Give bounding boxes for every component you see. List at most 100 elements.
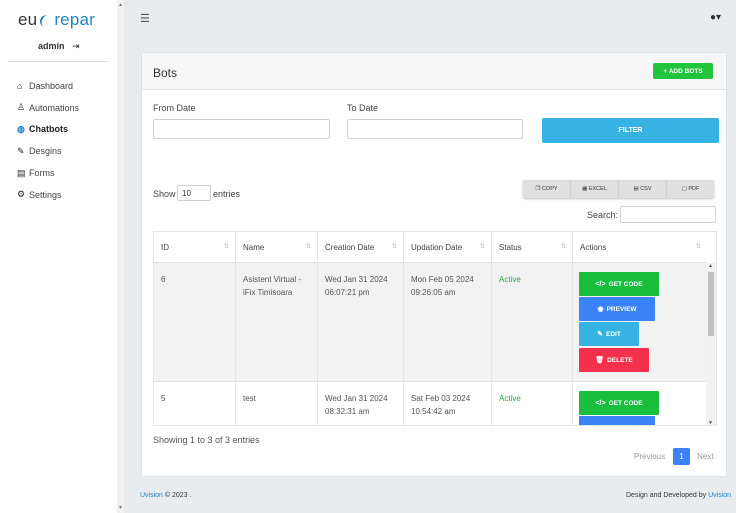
footer-credit-link[interactable]: Uvision bbox=[708, 492, 731, 499]
column-header-label: Creation Date bbox=[325, 243, 375, 252]
get-code-button[interactable]: </> GET CODE bbox=[579, 391, 659, 415]
trash-icon: 🗑 bbox=[595, 356, 605, 364]
cell-creation-date: Wed Jan 31 2024 08:32:31 am bbox=[318, 382, 404, 425]
footer-credit: Design and Developed by Uvision bbox=[626, 492, 731, 499]
scroll-up-arrow-icon[interactable]: ▲ bbox=[708, 263, 713, 269]
preview-button[interactable] bbox=[579, 416, 655, 425]
get-code-label: GET CODE bbox=[608, 280, 643, 288]
home-icon: ⌂ bbox=[17, 80, 23, 91]
table-row: 6 Asistent Virtual - iFix Timisoara Wed J… bbox=[154, 263, 707, 382]
copy-label: COPY bbox=[541, 186, 558, 192]
paint-brush-icon: ✎ bbox=[17, 145, 25, 156]
column-header-name[interactable]: Name ⇅ bbox=[236, 232, 318, 263]
cell-time-line: 10:54:42 am bbox=[411, 407, 456, 416]
to-date-label: To Date bbox=[347, 103, 379, 113]
sort-icon: ⇅ bbox=[560, 244, 566, 250]
pdf-label: PDF bbox=[688, 186, 700, 192]
sidebar-nav: ⌂ Dashboard ♙ Automations ◍ Chatbots ✎ D… bbox=[17, 75, 79, 206]
edit-icon: ✎ bbox=[597, 330, 604, 338]
scroll-down-arrow-icon[interactable]: ▼ bbox=[708, 420, 713, 425]
delete-button[interactable]: 🗑 DELETE bbox=[579, 348, 649, 372]
column-header-updation-date[interactable]: Updation Date ⇅ bbox=[404, 232, 492, 263]
sidebar-item-label: Settings bbox=[29, 189, 62, 200]
eye-icon: ◉ bbox=[597, 305, 604, 313]
next-page-link[interactable]: Next bbox=[697, 452, 713, 461]
cell-updation-date: Sat Feb 03 2024 10:54:42 am bbox=[404, 382, 492, 425]
hamburger-icon[interactable]: ☰ bbox=[140, 12, 150, 25]
cell-name: test bbox=[236, 382, 318, 425]
logo-eu: eu bbox=[18, 10, 38, 29]
sidebar-scrollbar[interactable]: ▲ ▼ bbox=[117, 0, 124, 513]
pdf-button[interactable]: ▢ PDF bbox=[667, 180, 714, 198]
file-icon: ▤ bbox=[17, 167, 26, 178]
entries-length-select[interactable]: 10 bbox=[177, 185, 211, 201]
cell-name: Asistent Virtual - iFix Timisoara bbox=[236, 263, 318, 381]
excel-icon: ▦ bbox=[582, 186, 588, 192]
users-cog-icon: ♙ bbox=[17, 102, 26, 113]
user-menu-icon[interactable]: ●▾ bbox=[710, 12, 721, 23]
csv-button[interactable]: ▤ CSV bbox=[619, 180, 667, 198]
scroll-down-arrow-icon[interactable]: ▼ bbox=[118, 505, 123, 511]
sidebar-item-automations[interactable]: ♙ Automations bbox=[17, 97, 79, 119]
table-header: ID ⇅ Name ⇅ Creation Date ⇅ Updation Date ⇅ … bbox=[154, 232, 707, 263]
sidebar-item-forms[interactable]: ▤ Forms bbox=[17, 162, 79, 184]
column-header-actions[interactable]: Actions ⇅ bbox=[573, 232, 707, 263]
page-number-button[interactable]: 1 bbox=[673, 448, 691, 465]
logo[interactable]: eu repar bbox=[18, 10, 95, 30]
sidebar-item-desgins[interactable]: ✎ Desgins bbox=[17, 140, 79, 162]
sidebar-item-label: Chatbots bbox=[29, 124, 68, 135]
scrollbar-thumb[interactable] bbox=[708, 272, 714, 336]
code-icon: </> bbox=[595, 399, 606, 407]
cell-time-line: 09:26:05 am bbox=[411, 288, 456, 297]
column-header-creation-date[interactable]: Creation Date ⇅ bbox=[318, 232, 404, 263]
sidebar-item-label: Desgins bbox=[29, 146, 62, 157]
sidebar-item-label: Forms bbox=[29, 168, 55, 179]
sort-icon: ⇅ bbox=[305, 244, 311, 250]
sidebar-item-label: Automations bbox=[29, 102, 80, 113]
column-header-status[interactable]: Status ⇅ bbox=[492, 232, 573, 263]
sort-icon: ⇅ bbox=[391, 244, 397, 250]
excel-button[interactable]: ▦ EXCEL bbox=[571, 180, 619, 198]
get-code-label: GET CODE bbox=[608, 399, 643, 407]
filter-button[interactable]: FILTER bbox=[542, 118, 719, 143]
cogs-icon: ⚙ bbox=[17, 189, 26, 200]
pagination: Previous 1 Next bbox=[634, 448, 714, 465]
edit-button[interactable]: ✎ EDIT bbox=[579, 322, 639, 346]
previous-page-link[interactable]: Previous bbox=[634, 452, 665, 461]
cell-date-line: Wed Jan 31 2024 bbox=[325, 275, 388, 284]
sidebar-item-chatbots[interactable]: ◍ Chatbots bbox=[17, 119, 79, 141]
cell-actions: </> GET CODE ◉ PREVIEW ✎ EDIT 🗑 DELETE bbox=[573, 263, 707, 381]
column-header-id[interactable]: ID ⇅ bbox=[154, 232, 236, 263]
table-info: Showing 1 to 3 of 3 entries bbox=[153, 435, 260, 445]
table-row: 5 test Wed Jan 31 2024 08:32:31 am Sat Fe… bbox=[154, 382, 707, 425]
copy-button[interactable]: ❐ COPY bbox=[523, 180, 571, 198]
code-icon: </> bbox=[595, 280, 606, 288]
sidebar-item-settings[interactable]: ⚙ Settings bbox=[17, 184, 79, 206]
export-buttons: ❐ COPY ▦ EXCEL ▤ CSV ▢ PDF bbox=[523, 180, 714, 198]
sidebar-divider bbox=[8, 61, 109, 62]
sign-out-icon[interactable]: ⇥ bbox=[72, 41, 80, 51]
footer-brand-link[interactable]: Uvision bbox=[140, 492, 163, 499]
copy-icon: ❐ bbox=[535, 186, 541, 192]
column-header-label: Actions bbox=[580, 243, 607, 252]
scroll-up-arrow-icon[interactable]: ▲ bbox=[118, 2, 123, 8]
cell-id: 5 bbox=[154, 382, 236, 425]
get-code-button[interactable]: </> GET CODE bbox=[579, 272, 659, 296]
table-scrollbar[interactable]: ▲ ▼ bbox=[706, 263, 716, 425]
preview-label: PREVIEW bbox=[606, 305, 637, 313]
from-date-input[interactable] bbox=[153, 119, 330, 139]
status-badge: Active bbox=[492, 263, 573, 381]
show-label: Show bbox=[153, 189, 176, 199]
search-input[interactable] bbox=[620, 206, 716, 223]
column-header-label: Updation Date bbox=[411, 243, 463, 252]
preview-button[interactable]: ◉ PREVIEW bbox=[579, 297, 655, 321]
footer-copyright: Uvision © 2023 . bbox=[140, 492, 191, 499]
sidebar-item-dashboard[interactable]: ⌂ Dashboard bbox=[17, 75, 79, 97]
to-date-input[interactable] bbox=[347, 119, 523, 139]
cell-id: 6 bbox=[154, 263, 236, 381]
csv-icon: ▤ bbox=[633, 186, 639, 192]
add-bots-button[interactable]: + ADD BOTS bbox=[653, 63, 713, 79]
sort-icon: ⇅ bbox=[479, 244, 485, 250]
sidebar: eu repar admin ⇥ ⌂ Dashboard ♙ Automation… bbox=[0, 0, 118, 513]
column-header-label: Name bbox=[243, 243, 265, 252]
